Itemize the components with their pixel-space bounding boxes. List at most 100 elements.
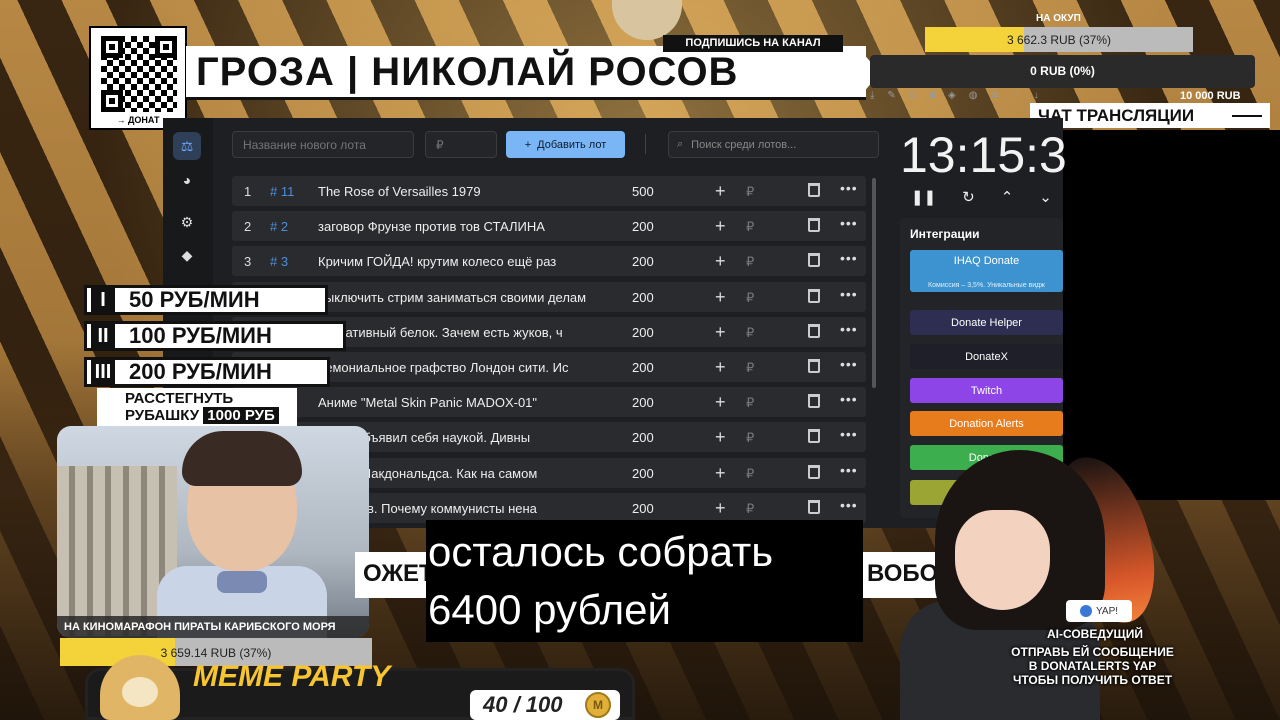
- add-amount-icon[interactable]: +: [715, 392, 726, 413]
- more-options-icon[interactable]: •••: [840, 391, 858, 407]
- lot-id-tag[interactable]: # 3: [270, 254, 288, 269]
- more-options-icon[interactable]: •••: [840, 286, 858, 302]
- edit-icon[interactable]: ✎: [887, 90, 895, 104]
- lot-amount[interactable]: 200: [632, 360, 654, 375]
- cam-person-hair: [182, 431, 302, 486]
- shield-icon[interactable]: ◈: [948, 90, 956, 104]
- lot-amount[interactable]: 500: [632, 184, 654, 199]
- lot-name[interactable]: Аниме "Metal Skin Panic MADOX-01": [318, 395, 604, 410]
- lot-amount[interactable]: 200: [632, 219, 654, 234]
- lot-price-input[interactable]: [425, 131, 497, 158]
- reset-icon[interactable]: ↻: [962, 188, 975, 206]
- lot-name[interactable]: Кричим ГОЙДА! крутим колесо ещё раз: [318, 254, 604, 269]
- lot-name-input[interactable]: [232, 131, 414, 158]
- lot-amount[interactable]: 200: [632, 254, 654, 269]
- lot-name[interactable]: тернативный белок. Зачем есть жуков, ч: [318, 325, 604, 340]
- lot-amount[interactable]: 200: [632, 325, 654, 340]
- trash-icon[interactable]: [808, 359, 820, 373]
- integration-button[interactable]: Donation Alerts: [910, 411, 1063, 436]
- copy-icon[interactable]: ⧉: [909, 90, 916, 104]
- auction-hammer-icon[interactable]: ⚖: [173, 132, 201, 160]
- pause-icon[interactable]: ❚❚: [911, 188, 936, 206]
- add-amount-icon[interactable]: +: [715, 427, 726, 448]
- layers-icon[interactable]: ◆: [173, 241, 201, 269]
- more-options-icon[interactable]: •••: [840, 426, 858, 442]
- integration-button[interactable]: Donate Helper: [910, 310, 1063, 335]
- add-lot-button[interactable]: + Добавить лот: [506, 131, 625, 158]
- rub-icon[interactable]: ₽: [746, 501, 754, 517]
- add-amount-icon[interactable]: +: [715, 357, 726, 378]
- add-amount-icon[interactable]: +: [715, 322, 726, 343]
- rub-icon[interactable]: ₽: [746, 219, 754, 235]
- tier-icon: I: [91, 288, 115, 312]
- more-options-icon[interactable]: •••: [840, 497, 858, 513]
- integration-button[interactable]: Twitch: [910, 378, 1063, 403]
- second-goal-bar: 0 RUB (0%): [870, 55, 1255, 88]
- trash-icon[interactable]: [808, 183, 820, 197]
- trash-icon[interactable]: [808, 288, 820, 303]
- more-options-icon[interactable]: •••: [840, 321, 858, 337]
- more-options-icon[interactable]: •••: [840, 180, 858, 196]
- lot-amount[interactable]: 200: [632, 430, 654, 445]
- rub-icon[interactable]: ₽: [746, 325, 754, 341]
- trash-icon[interactable]: [808, 253, 820, 268]
- add-amount-icon[interactable]: +: [715, 251, 726, 272]
- lot-id-tag[interactable]: # 2: [270, 219, 288, 234]
- add-amount-icon[interactable]: +: [715, 287, 726, 308]
- lot-row[interactable]: Аниме "Metal Skin Panic MADOX-01" 200 + ₽ ••…: [232, 387, 866, 418]
- translate-icon[interactable]: ⇄: [990, 90, 998, 104]
- lot-search-input[interactable]: ⌕ Поиск среди лотов...: [668, 131, 879, 158]
- lot-amount[interactable]: 200: [632, 290, 654, 305]
- integration-button[interactable]: DonateX: [910, 344, 1063, 369]
- trash-icon[interactable]: [808, 429, 820, 444]
- trash-icon[interactable]: [808, 394, 820, 409]
- trash-icon[interactable]: [808, 218, 820, 233]
- add-amount-icon[interactable]: +: [715, 463, 726, 484]
- lot-row[interactable]: 1 # 11 The Rose of Versailles 1979 500 + ₽ •••: [232, 176, 866, 206]
- rub-icon[interactable]: ₽: [746, 290, 754, 306]
- lot-amount[interactable]: 200: [632, 466, 654, 481]
- trash-icon[interactable]: [808, 323, 820, 338]
- lot-amount[interactable]: 200: [632, 501, 654, 516]
- lot-name[interactable]: выключить стрим заниматься своими делам: [318, 290, 604, 305]
- more-options-icon[interactable]: •••: [840, 356, 858, 372]
- browser-extension-icons: ⤓ ✎ ⧉ ◙ ◈ ◍ ⇄ ♡ ↓: [870, 90, 1039, 104]
- meme-party-title: MEME PARTY: [193, 660, 391, 693]
- lot-row[interactable]: 2 # 2 заговор Фрунзе против тов СТАЛИНА 200…: [232, 211, 866, 242]
- lot-amount[interactable]: 200: [632, 395, 654, 410]
- goal-text: 3 662.3 RUB (37%): [1006, 33, 1112, 47]
- gear-icon[interactable]: ⚙: [173, 208, 201, 236]
- camera-icon[interactable]: ◙: [929, 90, 935, 104]
- save-icon[interactable]: ↓: [1034, 90, 1039, 104]
- download-icon[interactable]: ⤓: [870, 90, 874, 104]
- lot-id-tag[interactable]: # 11: [270, 184, 294, 199]
- rub-icon[interactable]: ₽: [746, 395, 754, 411]
- more-options-icon[interactable]: •••: [840, 215, 858, 231]
- rub-icon[interactable]: ₽: [746, 430, 754, 446]
- integration-label: DonateX: [965, 350, 1008, 363]
- more-options-icon[interactable]: •••: [840, 250, 858, 266]
- integration-button[interactable]: IHAQ Donate Комиссия – 3,5%. Уникальные в…: [910, 250, 1063, 292]
- chevron-up-icon[interactable]: ⌃: [1001, 188, 1014, 206]
- shirt-offer: РАССТЕГНУТЬ РУБАШКУ 1000 РУБ: [97, 388, 297, 428]
- search-placeholder: Поиск среди лотов...: [691, 138, 797, 151]
- more-options-icon[interactable]: •••: [840, 462, 858, 478]
- lot-name[interactable]: заговор Фрунзе против тов СТАЛИНА: [318, 219, 604, 234]
- trash-icon[interactable]: [808, 499, 820, 514]
- chevron-down-icon[interactable]: ⌄: [1039, 188, 1052, 206]
- rub-icon[interactable]: ₽: [746, 254, 754, 270]
- rub-icon[interactable]: ₽: [746, 184, 754, 200]
- add-amount-icon[interactable]: +: [715, 181, 726, 202]
- add-amount-icon[interactable]: +: [715, 216, 726, 237]
- lot-list-scrollbar[interactable]: [872, 178, 876, 388]
- add-amount-icon[interactable]: +: [715, 498, 726, 519]
- trash-icon[interactable]: [808, 464, 820, 479]
- lot-name[interactable]: The Rose of Versailles 1979: [318, 184, 604, 199]
- lot-row[interactable]: 3 # 3 Кричим ГОЙДА! крутим колесо ещё раз 2…: [232, 246, 866, 277]
- rub-icon[interactable]: ₽: [746, 466, 754, 482]
- heart-icon[interactable]: ♡: [1012, 90, 1021, 104]
- rub-icon[interactable]: ₽: [746, 360, 754, 376]
- lot-name[interactable]: ремониальное графство Лондон сити. Ис: [318, 360, 604, 375]
- globe-icon[interactable]: ◍: [969, 90, 978, 104]
- wheel-icon[interactable]: ◕: [173, 166, 201, 194]
